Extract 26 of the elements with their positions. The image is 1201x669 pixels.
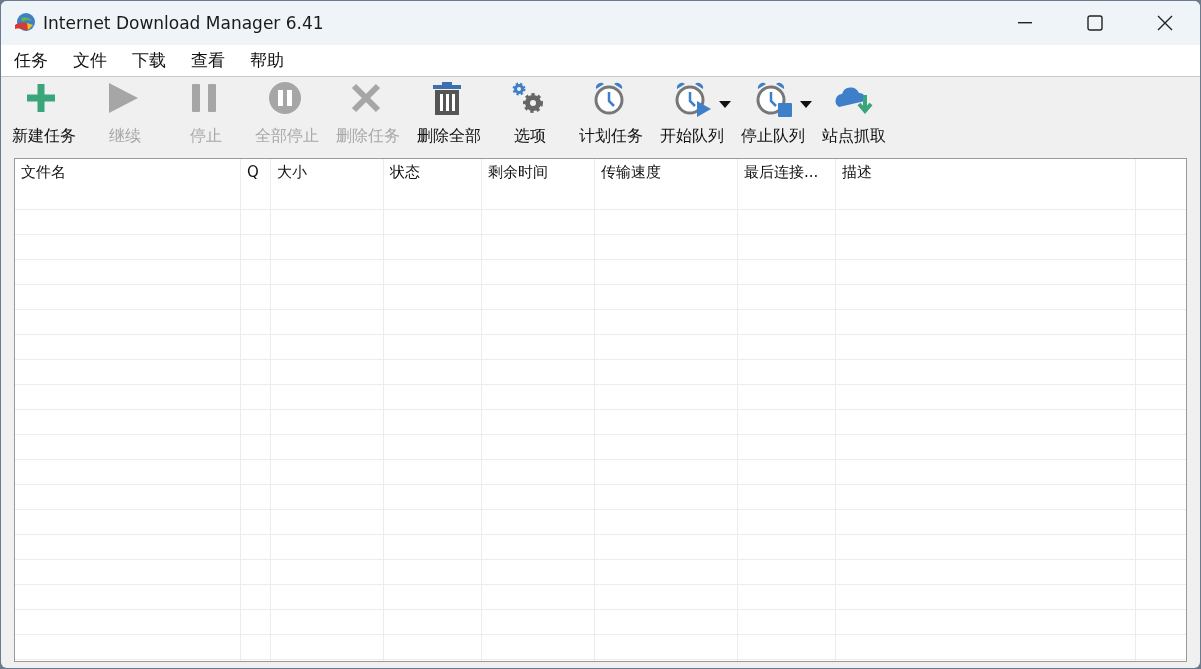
window-title: Internet Download Manager 6.41 xyxy=(43,13,325,33)
menu-item[interactable]: 下载 xyxy=(124,49,174,72)
toolbar-button[interactable]: 新建任务 xyxy=(3,81,84,147)
toolbar-button[interactable]: 计划任务 xyxy=(570,81,651,147)
toolbar-button[interactable]: 开始队列 xyxy=(651,81,732,147)
toolbar-button[interactable]: 站点抓取 xyxy=(813,81,894,147)
maximize-icon xyxy=(1087,15,1103,31)
caret-icon xyxy=(800,100,812,108)
toolbar-button[interactable]: 删除全部 xyxy=(408,81,489,147)
caret-icon xyxy=(719,100,731,108)
menu-item[interactable]: 文件 xyxy=(65,49,115,72)
toolbar-button[interactable]: 停止队列 xyxy=(732,81,813,147)
column-header[interactable]: 状态 xyxy=(384,159,482,209)
column-header[interactable]: Q xyxy=(241,159,271,209)
column-header[interactable]: 剩余时间 xyxy=(482,159,595,209)
close-icon xyxy=(1157,15,1173,31)
minimize-icon xyxy=(1018,22,1032,24)
column-header[interactable]: 传输速度 xyxy=(595,159,738,209)
menu-item[interactable]: 查看 xyxy=(183,49,233,72)
toolbar-button[interactable]: 选项 xyxy=(489,81,570,147)
column-header[interactable]: 文件名 xyxy=(15,159,241,209)
column-header[interactable]: 大小 xyxy=(271,159,384,209)
column-header[interactable]: 描述 xyxy=(836,159,1136,209)
menu-item[interactable]: 帮助 xyxy=(242,49,292,72)
column-header[interactable]: 最后连接... xyxy=(738,159,836,209)
menu-item[interactable]: 任务 xyxy=(6,49,56,72)
